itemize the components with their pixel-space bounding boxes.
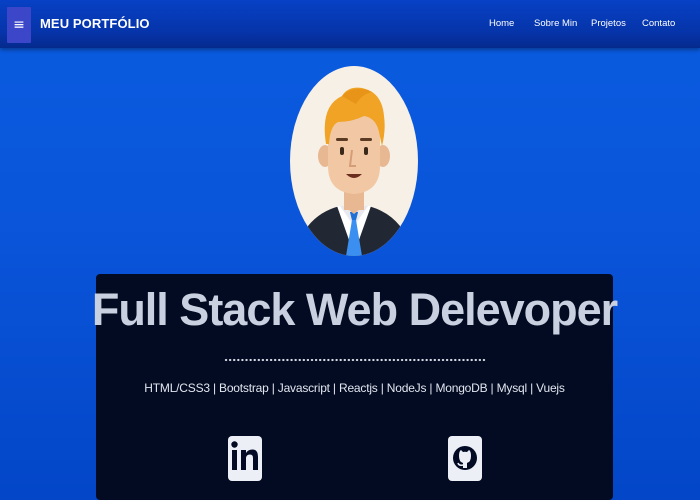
navbar: ≡ MEU PORTFÓLIO Home Sobre Min Projetos … [0,0,700,48]
linkedin-button[interactable] [228,436,262,481]
nav-links: Home Sobre Min Projetos Contato [0,18,700,32]
github-icon [453,446,477,470]
nav-link-home[interactable]: Home [489,18,514,29]
skills-list: HTML/CSS3 | Bootstrap | Javascript | Rea… [144,381,565,395]
linkedin-icon [231,441,258,470]
nav-link-projetos[interactable]: Projetos [591,18,626,29]
developer-avatar-icon [290,66,418,256]
nav-link-contato[interactable]: Contato [642,18,675,29]
nav-link-sobre-min[interactable]: Sobre Min [534,18,577,29]
page-title: Full Stack Web Delevoper [91,284,618,335]
github-button[interactable] [448,436,482,481]
dotted-divider [224,357,486,363]
